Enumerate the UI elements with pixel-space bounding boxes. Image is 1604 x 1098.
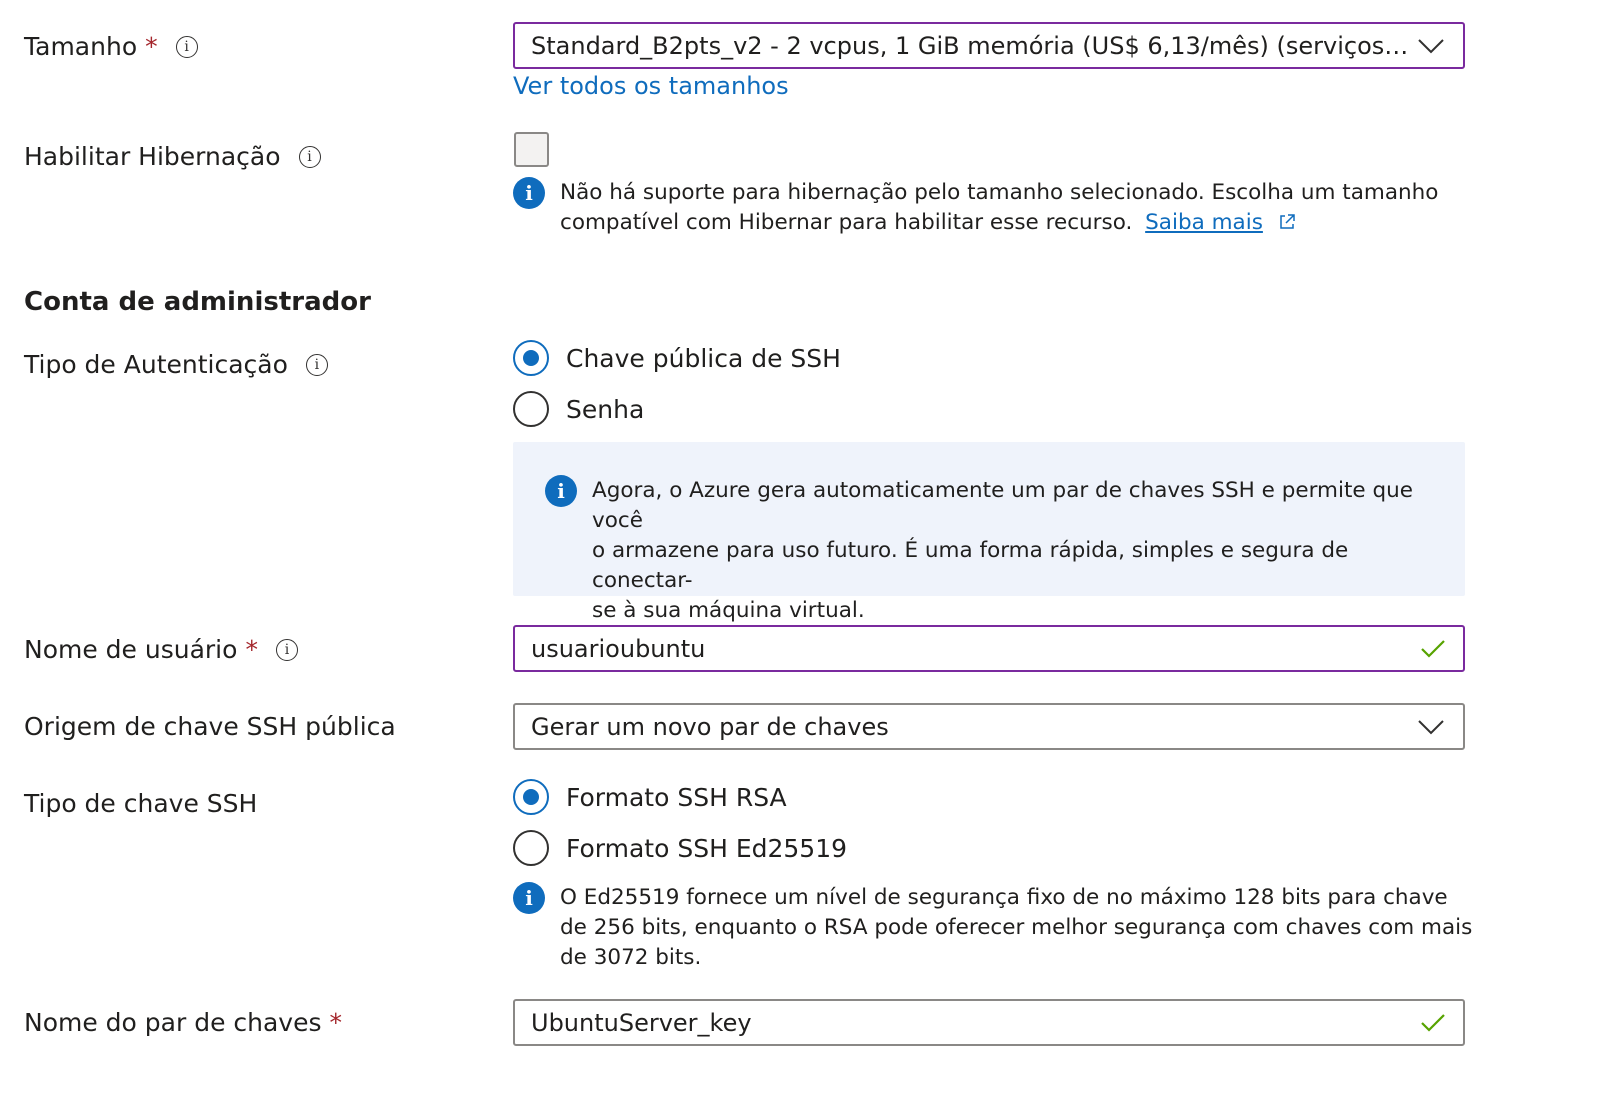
radio-selected-icon[interactable] <box>513 340 549 376</box>
auth-radio-password-label: Senha <box>566 394 645 424</box>
see-all-sizes-link[interactable]: Ver todos os tamanhos <box>513 72 789 100</box>
info-icon[interactable]: i <box>175 36 198 58</box>
hibernation-message-line1: Não há suporte para hibernação pelo tama… <box>560 180 1439 205</box>
auth-info-line3: se à sua máquina virtual. <box>592 598 865 623</box>
ssh-source-dropdown-value: Gerar um novo par de chaves <box>531 712 889 741</box>
auth-type-label-row: Tipo de Autenticação i <box>24 349 328 381</box>
auth-info-message: i Agora, o Azure gera automaticamente um… <box>545 475 1445 626</box>
key-pair-name-input[interactable]: UbuntuServer_key <box>513 999 1465 1046</box>
info-icon[interactable]: i <box>305 354 328 376</box>
checkmark-icon <box>1419 1011 1447 1035</box>
auth-radio-ssh[interactable]: Chave pública de SSH <box>513 340 841 376</box>
username-label-row: Nome de usuário * i <box>24 634 298 666</box>
external-link-icon <box>1278 210 1296 240</box>
auth-info-line2: o armazene para uso futuro. É uma forma … <box>592 538 1349 593</box>
radio-selected-icon[interactable] <box>513 779 549 815</box>
chevron-down-icon <box>1415 34 1447 58</box>
size-label-row: Tamanho * i <box>24 31 198 63</box>
key-pair-label: Nome do par de chaves <box>24 1008 322 1037</box>
info-icon[interactable]: i <box>298 146 321 168</box>
auth-info-box: i Agora, o Azure gera automaticamente um… <box>513 442 1465 623</box>
key-type-info-message: i O Ed25519 fornece um nível de seguranç… <box>513 882 1473 973</box>
hibernation-label-row: Habilitar Hibernação i <box>24 141 321 173</box>
required-asterisk: * <box>329 1008 343 1037</box>
username-input-value: usuarioubuntu <box>531 634 706 663</box>
info-filled-icon: i <box>545 475 577 507</box>
key-type-radio-ed25519[interactable]: Formato SSH Ed25519 <box>513 830 847 866</box>
radio-unselected-icon[interactable] <box>513 391 549 427</box>
ssh-source-dropdown[interactable]: Gerar um novo par de chaves <box>513 703 1465 750</box>
info-filled-icon: i <box>513 177 545 209</box>
info-icon[interactable]: i <box>275 639 298 661</box>
ssh-source-label: Origem de chave SSH pública <box>24 712 396 741</box>
key-pair-name-value: UbuntuServer_key <box>531 1008 752 1037</box>
username-label: Nome de usuário <box>24 635 238 664</box>
key-type-info-line2: de 256 bits, enquanto o RSA pode oferece… <box>560 915 1473 940</box>
ssh-key-type-label: Tipo de chave SSH <box>24 789 258 818</box>
admin-section-heading: Conta de administrador <box>24 287 371 317</box>
info-filled-icon: i <box>513 882 545 914</box>
hibernation-message: i Não há suporte para hibernação pelo ta… <box>513 177 1473 240</box>
checkmark-icon <box>1419 637 1447 661</box>
auth-type-label: Tipo de Autenticação <box>24 350 288 379</box>
key-type-radio-rsa-label: Formato SSH RSA <box>566 782 787 812</box>
hibernation-label: Habilitar Hibernação <box>24 142 281 171</box>
required-asterisk: * <box>145 32 158 61</box>
size-dropdown-value: Standard_B2pts_v2 - 2 vcpus, 1 GiB memór… <box>531 31 1415 60</box>
key-pair-label-row: Nome do par de chaves * <box>24 1007 342 1039</box>
hibernation-message-line2: compatível com Hibernar para habilitar e… <box>560 210 1133 235</box>
learn-more-link[interactable]: Saiba mais <box>1145 210 1263 235</box>
auth-radio-ssh-label: Chave pública de SSH <box>566 343 841 373</box>
radio-unselected-icon[interactable] <box>513 830 549 866</box>
hibernation-checkbox[interactable] <box>514 132 549 167</box>
auth-radio-password[interactable]: Senha <box>513 391 644 427</box>
size-label: Tamanho <box>24 32 138 61</box>
key-type-radio-rsa[interactable]: Formato SSH RSA <box>513 779 787 815</box>
key-type-info-line1: O Ed25519 fornece um nível de segurança … <box>560 885 1448 910</box>
size-dropdown[interactable]: Standard_B2pts_v2 - 2 vcpus, 1 GiB memór… <box>513 22 1465 69</box>
chevron-down-icon <box>1415 715 1447 739</box>
required-asterisk: * <box>245 635 258 664</box>
username-input[interactable]: usuarioubuntu <box>513 625 1465 672</box>
auth-info-line1: Agora, o Azure gera automaticamente um p… <box>592 478 1413 533</box>
key-type-radio-ed25519-label: Formato SSH Ed25519 <box>566 833 848 863</box>
key-type-info-line3: de 3072 bits. <box>560 945 702 970</box>
